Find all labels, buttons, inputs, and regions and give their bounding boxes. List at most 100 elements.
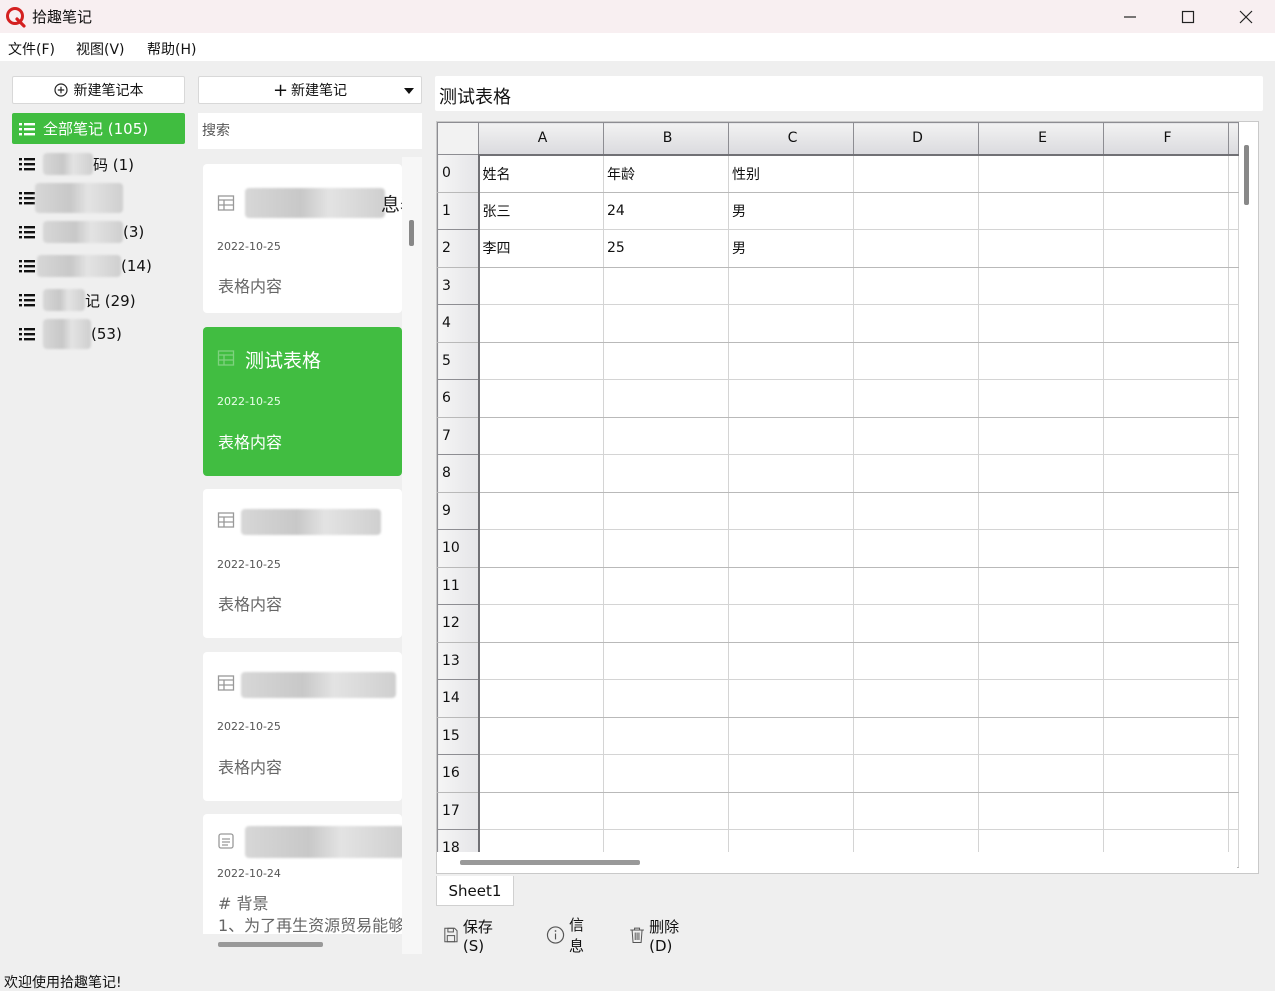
grid-cell[interactable] xyxy=(978,716,1104,755)
grid-cell[interactable]: 25 xyxy=(603,229,729,268)
grid-cell[interactable] xyxy=(978,604,1104,643)
grid-cell[interactable] xyxy=(853,791,979,830)
grid-cell[interactable]: 年龄 xyxy=(603,154,729,193)
grid-cell[interactable] xyxy=(1228,229,1239,268)
grid-cell[interactable] xyxy=(728,716,854,755)
grid-cell[interactable] xyxy=(1228,379,1239,418)
grid-cell[interactable] xyxy=(1103,229,1229,268)
grid-cell[interactable] xyxy=(1103,754,1229,793)
grid-cell[interactable] xyxy=(478,604,604,643)
notebook-item[interactable]: (14) xyxy=(12,249,185,283)
sheet-tab[interactable]: Sheet1 xyxy=(436,876,514,906)
grid-cell[interactable] xyxy=(603,604,729,643)
grid-cell[interactable] xyxy=(1228,791,1239,830)
grid-cell[interactable] xyxy=(728,791,854,830)
grid-cell[interactable] xyxy=(1103,454,1229,493)
grid-cell[interactable]: 姓名 xyxy=(478,154,604,193)
grid-cell[interactable] xyxy=(1103,416,1229,455)
grid-cell[interactable] xyxy=(853,229,979,268)
grid-cell[interactable] xyxy=(853,454,979,493)
grid-cell[interactable] xyxy=(978,416,1104,455)
grid-cell[interactable] xyxy=(1103,379,1229,418)
grid-cell[interactable] xyxy=(478,754,604,793)
grid-cell[interactable] xyxy=(603,566,729,605)
grid-cell[interactable] xyxy=(853,379,979,418)
grid-cell[interactable] xyxy=(1228,154,1239,193)
row-header[interactable]: 11 xyxy=(437,566,480,605)
grid-cell[interactable] xyxy=(728,641,854,680)
grid-cell[interactable] xyxy=(978,266,1104,305)
grid-cell[interactable] xyxy=(478,341,604,380)
menu-file[interactable]: 文件(F) xyxy=(8,39,55,59)
grid-cell[interactable] xyxy=(728,679,854,718)
menu-view[interactable]: 视图(V) xyxy=(76,39,125,59)
grid-cell[interactable] xyxy=(853,341,979,380)
grid-cell[interactable] xyxy=(1103,154,1229,193)
column-header[interactable]: B xyxy=(603,122,729,156)
grid-cell[interactable] xyxy=(728,341,854,380)
grid-cell[interactable] xyxy=(728,454,854,493)
note-card[interactable]: 2022-10-25 表格内容 xyxy=(203,489,402,638)
grid-cell[interactable] xyxy=(853,304,979,343)
grid-cell[interactable] xyxy=(1103,304,1229,343)
grid-cell[interactable] xyxy=(1103,791,1229,830)
grid-cell[interactable] xyxy=(603,791,729,830)
grid-cell[interactable] xyxy=(1228,604,1239,643)
grid-cell[interactable] xyxy=(1228,304,1239,343)
spreadsheet[interactable]: A B C D E F 0 姓名 年龄 性别 1 张三 24 男 2 李四 25 男 3 4 5 6 7 8 9 10… xyxy=(436,121,1259,874)
grid-cell[interactable] xyxy=(978,679,1104,718)
grid-cell[interactable] xyxy=(478,304,604,343)
grid-cell[interactable] xyxy=(978,379,1104,418)
grid-cell[interactable]: 男 xyxy=(728,229,854,268)
grid-cell[interactable]: 李四 xyxy=(478,229,604,268)
close-button[interactable] xyxy=(1217,0,1275,33)
grid-cell[interactable] xyxy=(478,529,604,568)
grid-cell[interactable] xyxy=(478,379,604,418)
grid-cell[interactable] xyxy=(1228,454,1239,493)
grid-cell[interactable]: 张三 xyxy=(478,191,604,230)
row-header[interactable]: 2 xyxy=(437,229,480,268)
grid-cell[interactable] xyxy=(978,791,1104,830)
grid-cell[interactable] xyxy=(1103,566,1229,605)
grid-cell[interactable] xyxy=(853,604,979,643)
row-header[interactable]: 6 xyxy=(437,379,480,418)
row-header[interactable]: 7 xyxy=(437,416,480,455)
grid-cell[interactable] xyxy=(1103,679,1229,718)
grid-cell[interactable] xyxy=(853,191,979,230)
grid-cell[interactable] xyxy=(853,566,979,605)
grid-cell[interactable] xyxy=(978,229,1104,268)
grid-cell[interactable] xyxy=(1103,191,1229,230)
grid-cell[interactable] xyxy=(853,266,979,305)
grid-cell[interactable]: 24 xyxy=(603,191,729,230)
column-header[interactable]: E xyxy=(978,122,1104,156)
grid-cell[interactable] xyxy=(853,416,979,455)
row-header[interactable]: 16 xyxy=(437,754,480,793)
grid-cell[interactable] xyxy=(1228,716,1239,755)
dropdown-arrow-icon[interactable] xyxy=(404,88,414,94)
grid-cell[interactable] xyxy=(1228,491,1239,530)
grid-cell[interactable] xyxy=(603,641,729,680)
grid-cell[interactable] xyxy=(1103,604,1229,643)
grid-cell[interactable] xyxy=(603,266,729,305)
grid-cell[interactable] xyxy=(978,191,1104,230)
grid-cell[interactable] xyxy=(1228,191,1239,230)
notebook-item[interactable] xyxy=(12,181,185,215)
grid-cell[interactable] xyxy=(728,416,854,455)
delete-button[interactable]: 删除(D) xyxy=(629,918,682,955)
row-header[interactable]: 9 xyxy=(437,491,480,530)
column-header[interactable]: D xyxy=(853,122,979,156)
grid-cell[interactable] xyxy=(478,679,604,718)
row-header[interactable]: 3 xyxy=(437,266,480,305)
row-header[interactable]: 4 xyxy=(437,304,480,343)
grid-cell[interactable] xyxy=(978,491,1104,530)
grid-cell[interactable] xyxy=(603,679,729,718)
grid-cell[interactable] xyxy=(603,379,729,418)
new-notebook-button[interactable]: 新建笔记本 xyxy=(12,76,185,104)
grid-cell[interactable] xyxy=(728,604,854,643)
column-header[interactable]: C xyxy=(728,122,854,156)
row-header[interactable]: 12 xyxy=(437,604,480,643)
maximize-button[interactable] xyxy=(1159,0,1217,33)
note-card-active[interactable]: 测试表格 2022-10-25 表格内容 xyxy=(203,327,402,476)
row-header[interactable]: 15 xyxy=(437,716,480,755)
grid-cell[interactable] xyxy=(478,266,604,305)
